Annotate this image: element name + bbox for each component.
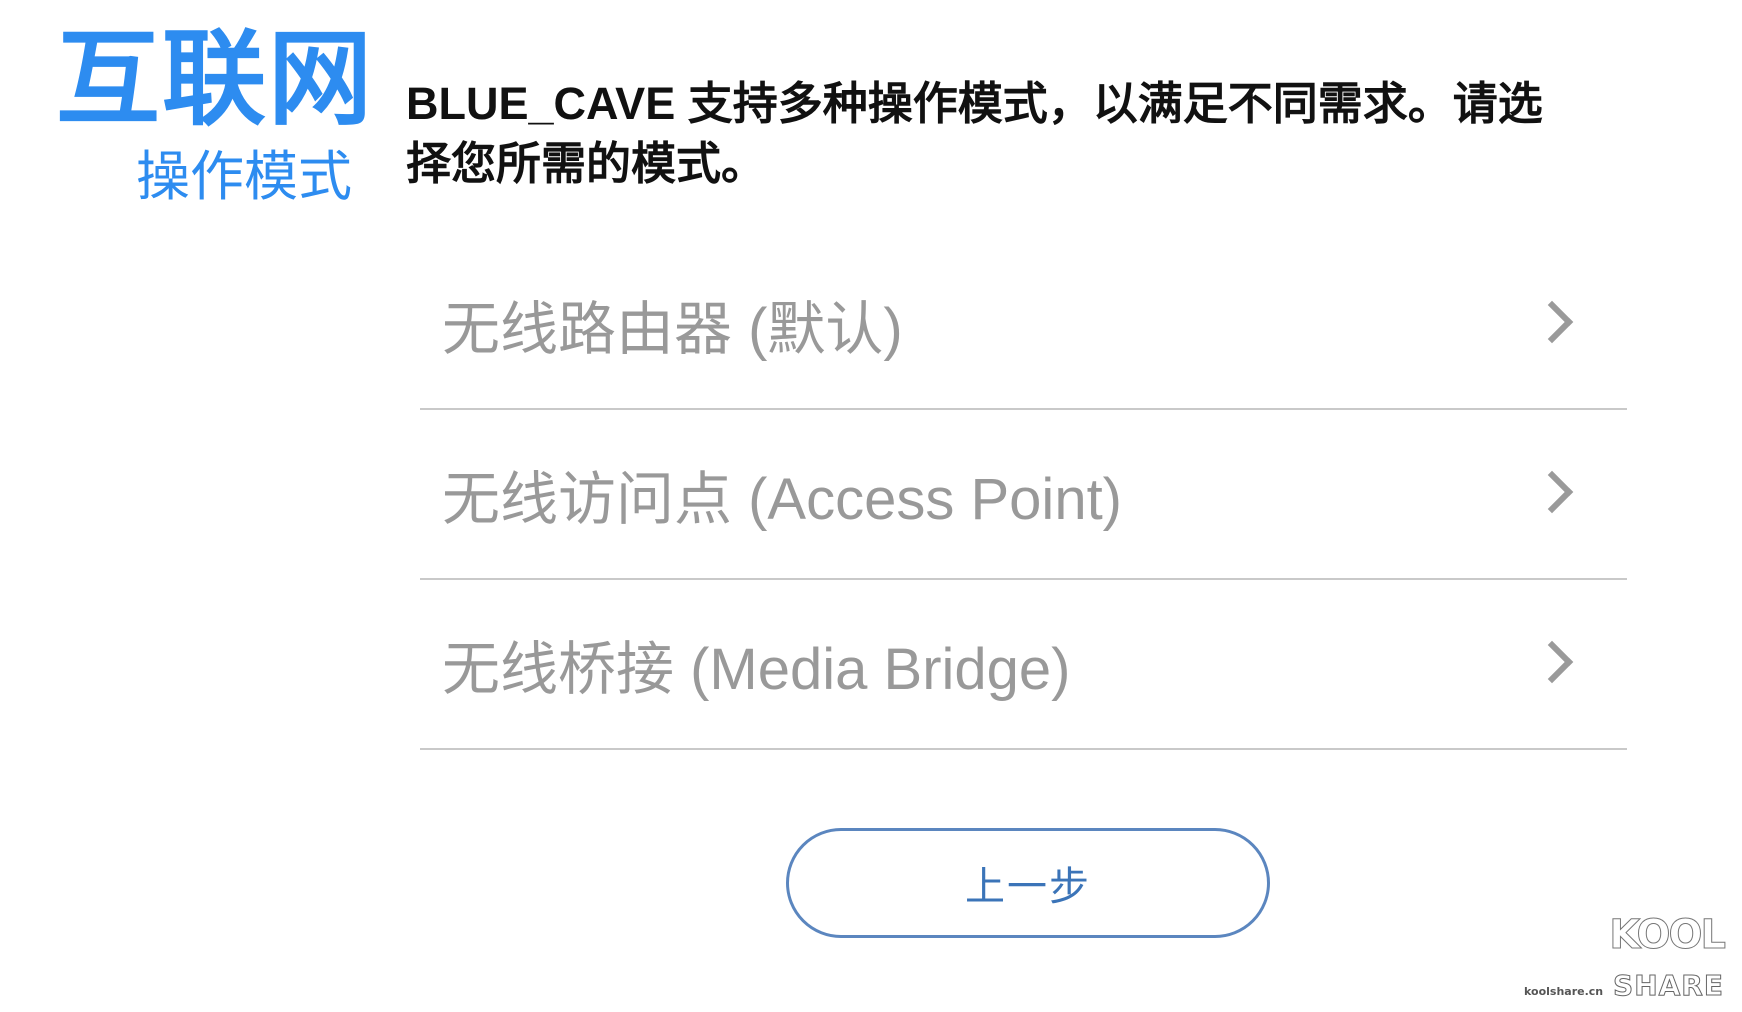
- chevron-right-icon: [1530, 470, 1574, 514]
- chevron-right-icon: [1530, 300, 1574, 344]
- mode-option-media-bridge[interactable]: 无线桥接 (Media Bridge): [420, 580, 1627, 750]
- operation-mode-list: 无线路由器 (默认) 无线访问点 (Access Point) 无线桥接 (Me…: [420, 240, 1627, 750]
- page-title: 互联网: [56, 22, 375, 138]
- mode-option-label: 无线访问点 (Access Point): [442, 467, 1122, 532]
- mode-option-label: 无线路由器 (默认): [442, 297, 903, 362]
- mode-option-label: 无线桥接 (Media Bridge): [442, 637, 1071, 702]
- chevron-right-icon: [1530, 640, 1574, 684]
- watermark-domain: koolshare.cn: [1524, 985, 1604, 998]
- watermark-logo: KOOL koolshare.cn SHARE: [1524, 912, 1727, 1003]
- watermark-bottom-text: SHARE: [1613, 969, 1724, 1003]
- mode-option-wireless-router[interactable]: 无线路由器 (默认): [420, 240, 1627, 410]
- back-button[interactable]: 上一步: [786, 828, 1270, 938]
- intro-description: BLUE_CAVE 支持多种操作模式，以满足不同需求。请选择您所需的模式。: [406, 78, 1543, 189]
- page-subtitle: 操作模式: [136, 147, 352, 207]
- mode-option-access-point[interactable]: 无线访问点 (Access Point): [420, 410, 1627, 580]
- watermark-top-text: KOOL: [1609, 912, 1727, 959]
